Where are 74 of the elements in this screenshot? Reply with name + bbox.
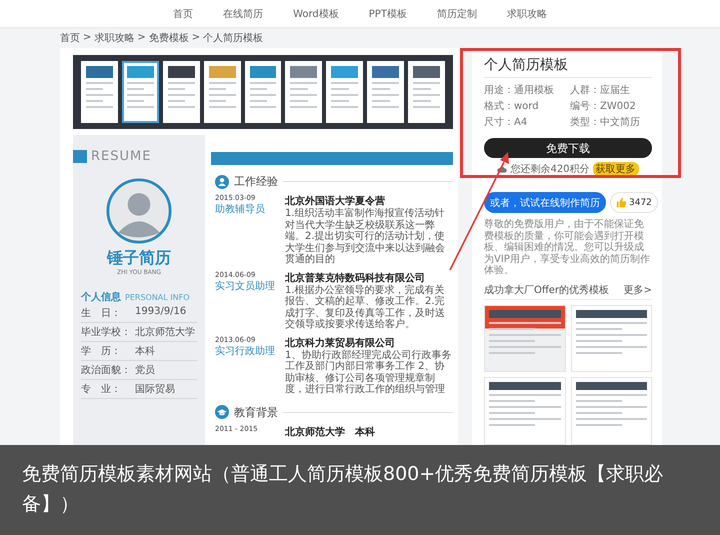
entry-school: 北京师范大学 本科 xyxy=(285,425,376,438)
info-label: 生 日： xyxy=(81,306,122,320)
template-thumbnail[interactable] xyxy=(204,61,241,123)
entry-company: 北京外国语大学夏令营 xyxy=(285,194,386,208)
template-thumbnail[interactable] xyxy=(162,61,200,123)
nav-link[interactable]: 求职攻略 xyxy=(506,6,547,20)
template-preview[interactable] xyxy=(484,304,566,372)
nav-link[interactable]: PPT模板 xyxy=(368,6,407,20)
breadcrumb-separator: > xyxy=(192,32,200,43)
info-label: 专 业： xyxy=(81,382,122,396)
breadcrumb-link[interactable]: 求职攻略 xyxy=(94,30,134,44)
nav-link[interactable]: 首页 xyxy=(173,6,194,20)
template-title: 个人简历模板 xyxy=(484,56,652,78)
info-value: 北京师范大学 xyxy=(135,326,195,339)
nav-link[interactable]: 简历定制 xyxy=(436,6,477,20)
avatar-silhouette-icon xyxy=(106,178,172,244)
resume-name: 锤子简历 xyxy=(107,248,171,269)
get-more-link[interactable]: 获取更多 xyxy=(592,162,639,176)
entry-description: 1.组织活动丰富制作海报宣传活动针对当代大学生缺乏校级联系这一弊端。2.提出切实可行的活动计划，使大学生们参与到交流中来以达到融会贯通的目的 xyxy=(285,208,446,266)
breadcrumb-link[interactable]: 首页 xyxy=(60,30,80,44)
caption-text: 免费简历模板素材网站（普通工人简历模板800+优秀免费简历模板【求职必备】） xyxy=(0,445,720,535)
info-value: 党员 xyxy=(135,364,155,377)
person-icon xyxy=(215,174,229,188)
nav-link[interactable]: 在线简历 xyxy=(223,6,264,20)
online-resume-button[interactable]: 或者，试试在线制作简历 xyxy=(484,192,606,213)
like-button[interactable]: 3472 xyxy=(610,192,658,213)
info-value: 国际贸易 xyxy=(135,382,175,396)
breadcrumb-separator: > xyxy=(137,32,146,43)
info-label: 毕业学校： xyxy=(81,326,132,339)
template-meta: 尺寸：A4 xyxy=(484,116,528,129)
entry-description: 1.根据办公室领导的要求，完成有关报告、文稿的起草、修改工作。2.完成打字、复印及传真等工作，及时送交领导或按要求传送给客户。 xyxy=(285,284,446,330)
template-preview[interactable] xyxy=(570,304,652,372)
template-meta: 用途：通用模板 xyxy=(484,84,555,97)
points-text: 您还剩余420积分 xyxy=(510,163,590,176)
graduation-cap-icon xyxy=(215,405,229,419)
template-preview[interactable] xyxy=(484,377,566,445)
entry-company: 北京科力莱贸易有限公司 xyxy=(285,336,396,350)
thumbs-up-icon xyxy=(616,197,627,208)
template-thumbnail[interactable] xyxy=(81,61,118,123)
template-thumbnail[interactable] xyxy=(326,61,364,123)
resume-heading: RESUME xyxy=(91,149,152,164)
info-label: 政治面貌： xyxy=(81,364,132,377)
entry-description: 1、协助行政部经理完成公司行政事务工作及部门内部日常事务工作 2、协助审核、修订公司各项管理规章制度，进行日常行政工作的组织与管理 xyxy=(285,350,452,396)
info-label: 学 历： xyxy=(81,345,122,358)
breadcrumb-link[interactable]: 免费模板 xyxy=(148,30,189,44)
nav-link[interactable]: Word模板 xyxy=(293,6,339,20)
template-thumbnail[interactable] xyxy=(408,61,446,123)
notice-text: 尊敬的免费版用户，由于不能保证免费模板的质量，你可能会遇到打开模板、编辑困难的情况。您可以升级成为VIP用户，享受专业高效的简历制作体验。 xyxy=(484,219,651,276)
section-title-english: PERSONAL INFO xyxy=(125,293,190,302)
info-value: 本科 xyxy=(135,344,155,358)
entry-role: 实习行政助理 xyxy=(215,344,276,358)
breadcrumb-separator: > xyxy=(83,32,92,43)
template-thumbnail[interactable] xyxy=(122,61,159,123)
entry-role: 实习文员助理 xyxy=(215,280,276,292)
banner-bar xyxy=(73,150,87,163)
info-value: 1993/9/16 xyxy=(135,306,186,319)
template-meta: 格式：word xyxy=(484,100,540,113)
template-thumbnail[interactable] xyxy=(285,61,322,123)
download-button[interactable]: 免费下载 xyxy=(484,138,652,158)
entry-company: 北京普莱克特数码科技有限公司 xyxy=(285,271,426,284)
cloud-icon xyxy=(497,166,508,172)
breadcrumb-link[interactable]: 个人简历模板 xyxy=(203,30,264,44)
template-preview[interactable] xyxy=(570,377,652,445)
template-thumbnail[interactable] xyxy=(244,61,282,123)
section-title: 教育背景 xyxy=(234,404,278,420)
entry-role: 助教辅导员 xyxy=(215,202,266,216)
template-meta: 编号：ZW002 xyxy=(570,100,637,113)
recommend-title: 成功拿大厂Offer的优秀模板 xyxy=(484,284,610,296)
section-title: 个人信息 xyxy=(81,290,121,304)
more-link[interactable]: 更多> xyxy=(624,282,652,296)
template-thumbnail[interactable] xyxy=(367,61,404,123)
section-title: 工作经验 xyxy=(234,174,278,189)
template-meta: 类型：中文简历 xyxy=(570,116,641,129)
template-meta: 人群：应届生 xyxy=(570,84,631,97)
